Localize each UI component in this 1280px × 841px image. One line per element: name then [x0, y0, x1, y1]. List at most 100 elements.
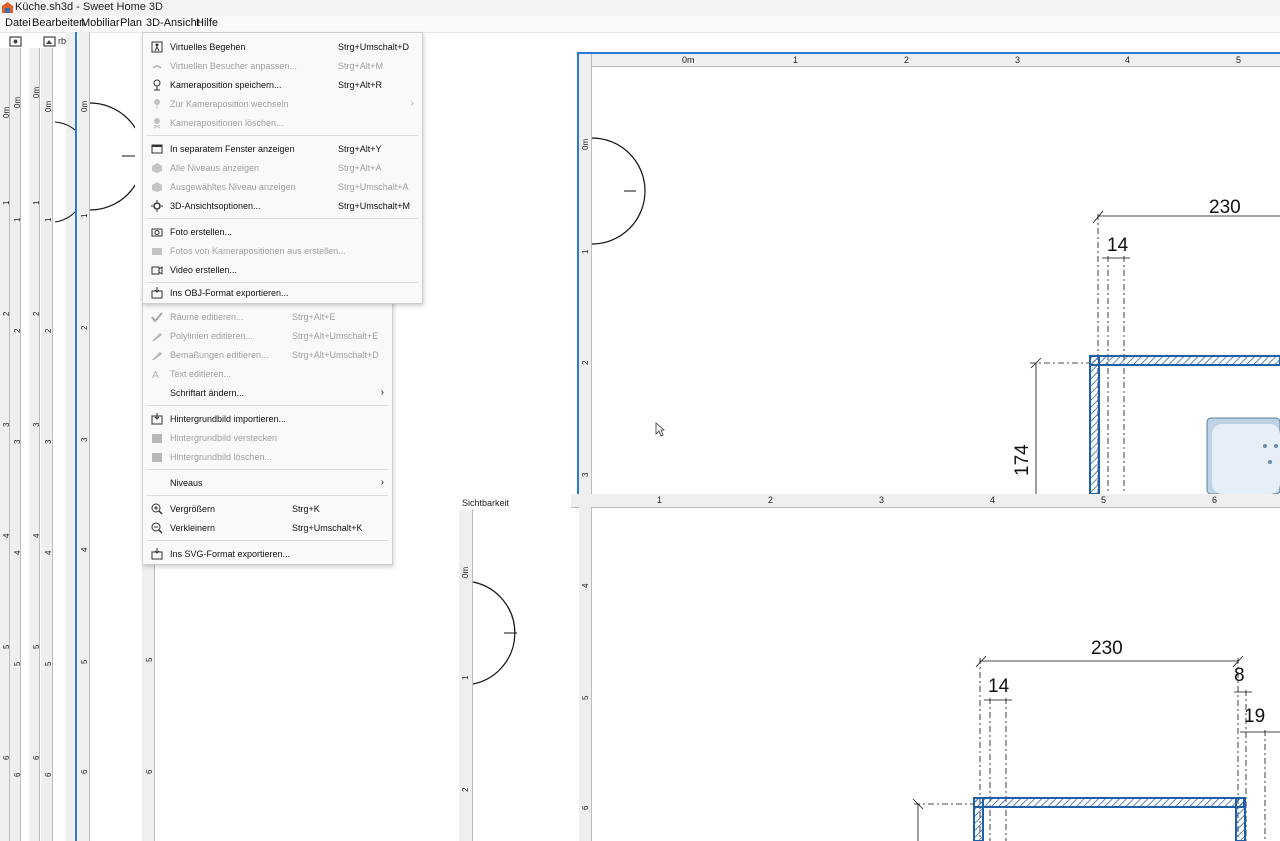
- svg-text:A: A: [152, 370, 159, 380]
- menu-plan[interactable]: Plan: [120, 17, 142, 29]
- left-ruler-3: [29, 48, 40, 841]
- menu-item-hintergrundbild-loeschen[interactable]: Hintergrundbild löschen...: [143, 449, 392, 467]
- ruler-tick: 6: [2, 755, 11, 760]
- ruler-tick: 5: [581, 695, 590, 700]
- menu-item-shortcut: Strg+Alt+M: [338, 61, 384, 71]
- menu-item-fotos-von-kamerapositionen[interactable]: Fotos von Kamerapositionen aus erstellen…: [143, 243, 422, 261]
- menu-item-separates-fenster[interactable]: In separatem Fenster anzeigen Strg+Alt+Y: [143, 141, 422, 159]
- menu-item-kamerapositionen-loeschen[interactable]: Kamerapositionen löschen...: [143, 115, 422, 133]
- menu-item-virtuelles-begehen[interactable]: Virtuelles Begehen Strg+Umschalt+D: [143, 39, 422, 57]
- ruler-tick: 2: [904, 55, 910, 65]
- ruler-tick: 3: [879, 495, 885, 505]
- menu-bearbeiten[interactable]: Bearbeiten: [32, 17, 85, 29]
- menu-item-shortcut: Strg+Alt+E: [292, 312, 336, 322]
- menu-item-text-editieren[interactable]: A Text editieren...: [143, 366, 392, 384]
- menu-item-3d-ansichtsoptionen[interactable]: 3D-Ansichtsoptionen... Strg+Umschalt+M: [143, 198, 422, 216]
- ruler-tick: 6: [581, 805, 590, 810]
- text-edit-icon: A: [152, 370, 159, 380]
- door-arc-small: [472, 581, 517, 685]
- menu-item-shortcut: Strg+Umschalt+M: [338, 201, 411, 211]
- menu-item-virtuellen-besucher[interactable]: Virtuellen Besucher anpassen... Strg+Alt…: [143, 58, 422, 76]
- ruler-tick: 0m: [581, 138, 590, 150]
- ruler-tick: 5: [1236, 55, 1242, 65]
- menu-item-label: Bemaßungen editieren...: [170, 350, 269, 360]
- menu-item-label: Vergrößern: [170, 504, 216, 514]
- menu-item-label: Ins OBJ-Format exportieren...: [170, 288, 289, 298]
- export-obj-icon: [151, 287, 163, 299]
- menu-item-ausgewaehltes-niveau[interactable]: Ausgewähltes Niveau anzeigen Strg+Umscha…: [143, 179, 422, 197]
- menu-item-verkleinern[interactable]: Verkleinern Strg+Umschalt+K: [143, 520, 392, 538]
- menu-item-label: Verkleinern: [170, 523, 216, 533]
- menu-hilfe[interactable]: Hilfe: [196, 17, 218, 29]
- left-ruler-2: [10, 48, 21, 841]
- menu-mobiliar[interactable]: Mobiliar: [81, 17, 120, 29]
- menu-3d-ansicht[interactable]: 3D-Ansicht: [146, 17, 200, 29]
- ruler-tick: 4: [13, 550, 22, 555]
- toolbar-icon[interactable]: [9, 35, 23, 48]
- menu-item-raeume-editieren[interactable]: Räume editieren... Strg+Alt+E: [143, 309, 392, 327]
- menu-separator: [147, 405, 388, 406]
- submenu-arrow-icon: ›: [410, 98, 414, 109]
- export-svg-icon: [151, 548, 163, 560]
- menu-item-foto-erstellen[interactable]: Foto erstellen...: [143, 224, 422, 242]
- ruler-tick: 1: [461, 675, 470, 680]
- menu-item-kameraposition-speichern[interactable]: Kameraposition speichern... Strg+Alt+R: [143, 77, 422, 95]
- menu-item-vergroessern[interactable]: Vergrößern Strg+K: [143, 501, 392, 519]
- menu-separator: [147, 135, 418, 136]
- menu-datei[interactable]: Datei: [5, 17, 31, 29]
- ruler-tick: 2: [32, 311, 41, 316]
- menu-item-schriftart-aendern[interactable]: Schriftart ändern... ›: [143, 385, 392, 403]
- menu-item-shortcut: Strg+Alt+Y: [338, 144, 382, 154]
- menu-item-niveaus[interactable]: Niveaus ›: [143, 475, 392, 493]
- ruler-tick: 5: [145, 657, 154, 662]
- menu-item-svg-export[interactable]: Ins SVG-Format exportieren...: [143, 546, 392, 564]
- ruler-tick: 2: [13, 328, 22, 333]
- menu-separator: [147, 282, 418, 283]
- ruler-tick: 5: [44, 661, 53, 666]
- left-ruler-6: [142, 560, 155, 841]
- menu-item-alle-niveaus[interactable]: Alle Niveaus anzeigen Strg+Alt+A: [143, 160, 422, 178]
- 3d-view-menu: Virtuelles Begehen Strg+Umschalt+D Virtu…: [142, 32, 423, 304]
- ruler-tick: 3: [581, 472, 590, 477]
- ruler-tick: 1: [793, 55, 799, 65]
- ruler-tick: 2: [461, 787, 470, 792]
- video-icon: [151, 266, 163, 275]
- menu-item-label: Alle Niveaus anzeigen: [170, 163, 260, 173]
- ruler-tick: 6: [145, 769, 154, 774]
- menu-item-bemassungen-editieren[interactable]: Bemaßungen editieren... Strg+Alt+Umschal…: [143, 347, 392, 365]
- ruler-tick: 4: [80, 547, 89, 552]
- ruler-tick: 0m: [32, 86, 41, 98]
- menu-item-shortcut: Strg+Alt+Umschalt+D: [292, 350, 379, 360]
- ruler-tick: 0m: [461, 566, 470, 578]
- menu-item-label: Hintergrundbild löschen...: [170, 452, 273, 462]
- menu-item-label: Räume editieren...: [170, 312, 244, 322]
- ruler-tick: 6: [32, 755, 41, 760]
- toolbar-icon-2[interactable]: [43, 35, 57, 48]
- ruler-tick: 3: [2, 422, 11, 427]
- menu-item-shortcut: Strg+K: [292, 504, 320, 514]
- camera-delete-icon: [153, 118, 161, 129]
- menu-separator: [147, 469, 388, 470]
- menu-item-zur-kameraposition[interactable]: Zur Kameraposition wechseln ›: [143, 96, 422, 114]
- menu-item-hintergrundbild-importieren[interactable]: Hintergrundbild importieren...: [143, 411, 392, 429]
- menu-item-video-erstellen[interactable]: Video erstellen...: [143, 262, 422, 280]
- bg-delete-icon: [152, 453, 162, 462]
- ruler-tick: 3: [1015, 55, 1021, 65]
- ruler-tick: 0m: [44, 100, 53, 112]
- plan-bottom-h-ruler: [571, 494, 1280, 508]
- menu-separator: [147, 540, 388, 541]
- ruler-tick: 0m: [682, 55, 695, 65]
- menu-item-label: Niveaus: [170, 478, 203, 488]
- camera-go-icon: [154, 99, 160, 109]
- menu-item-polylinien-editieren[interactable]: Polylinien editieren... Strg+Alt+Umschal…: [143, 328, 392, 346]
- menu-item-label: Video erstellen...: [170, 265, 237, 275]
- menu-item-label: Zur Kameraposition wechseln: [170, 99, 289, 109]
- menu-item-obj-export[interactable]: Ins OBJ-Format exportieren...: [143, 285, 422, 303]
- bg-import-icon: [151, 413, 163, 425]
- dimension-label: 8: [1234, 665, 1245, 686]
- menu-item-hintergrundbild-verstecken[interactable]: Hintergrundbild verstecken: [143, 430, 392, 448]
- ruler-tick: 5: [1101, 495, 1107, 505]
- left-ruler-1: [0, 48, 10, 841]
- ruler-tick: 6: [1212, 495, 1218, 505]
- menu-item-shortcut: Strg+Alt+R: [338, 80, 383, 90]
